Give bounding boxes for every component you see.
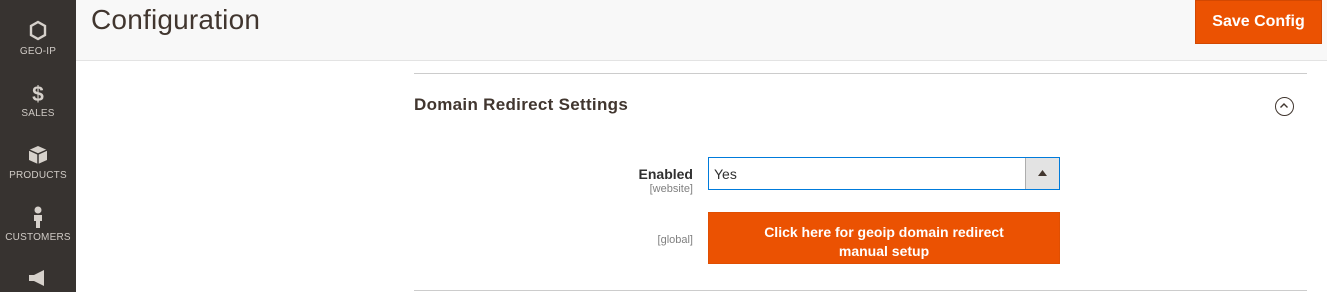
select-toggle[interactable] [1025, 158, 1059, 189]
person-icon [0, 206, 76, 228]
sidebar-item-label: SALES [21, 108, 55, 119]
collapse-section-button[interactable] [1275, 97, 1294, 116]
enabled-scope-label: [website] [649, 183, 693, 195]
enabled-select[interactable]: Yes [708, 157, 1060, 190]
section-divider-bottom [414, 290, 1307, 291]
sidebar-item-marketing[interactable] [0, 268, 76, 290]
sidebar-item-sales[interactable]: $ SALES [0, 82, 76, 119]
section-title[interactable]: Domain Redirect Settings [414, 95, 628, 115]
sidebar-item-label: PRODUCTS [9, 170, 67, 181]
hexagon-icon [0, 20, 76, 42]
dollar-icon: $ [0, 82, 76, 106]
sidebar-item-label: CUSTOMERS [5, 232, 71, 243]
manual-setup-scope-label: [global] [657, 234, 693, 246]
enabled-label: Enabled [638, 166, 693, 182]
admin-sidebar: GEO-IP $ SALES PRODUCTS CUSTOMERS [0, 0, 76, 292]
manual-setup-button[interactable]: Click here for geoip domain redirect man… [708, 212, 1060, 264]
page-header: Configuration Save Config [76, 0, 1327, 61]
chevron-up-icon [1280, 103, 1288, 108]
megaphone-icon [0, 268, 76, 290]
section-divider-top [414, 73, 1307, 74]
sidebar-item-products[interactable]: PRODUCTS [0, 144, 76, 181]
sidebar-item-customers[interactable]: CUSTOMERS [0, 206, 76, 243]
save-config-button[interactable]: Save Config [1195, 0, 1322, 44]
caret-up-icon [1038, 170, 1047, 176]
page-title: Configuration [91, 4, 261, 35]
box-icon [0, 144, 76, 166]
enabled-select-value: Yes [714, 166, 737, 182]
sidebar-item-label: GEO-IP [19, 46, 57, 57]
sidebar-item-geo-ip[interactable]: GEO-IP [0, 20, 76, 57]
svg-text:$: $ [32, 83, 44, 104]
